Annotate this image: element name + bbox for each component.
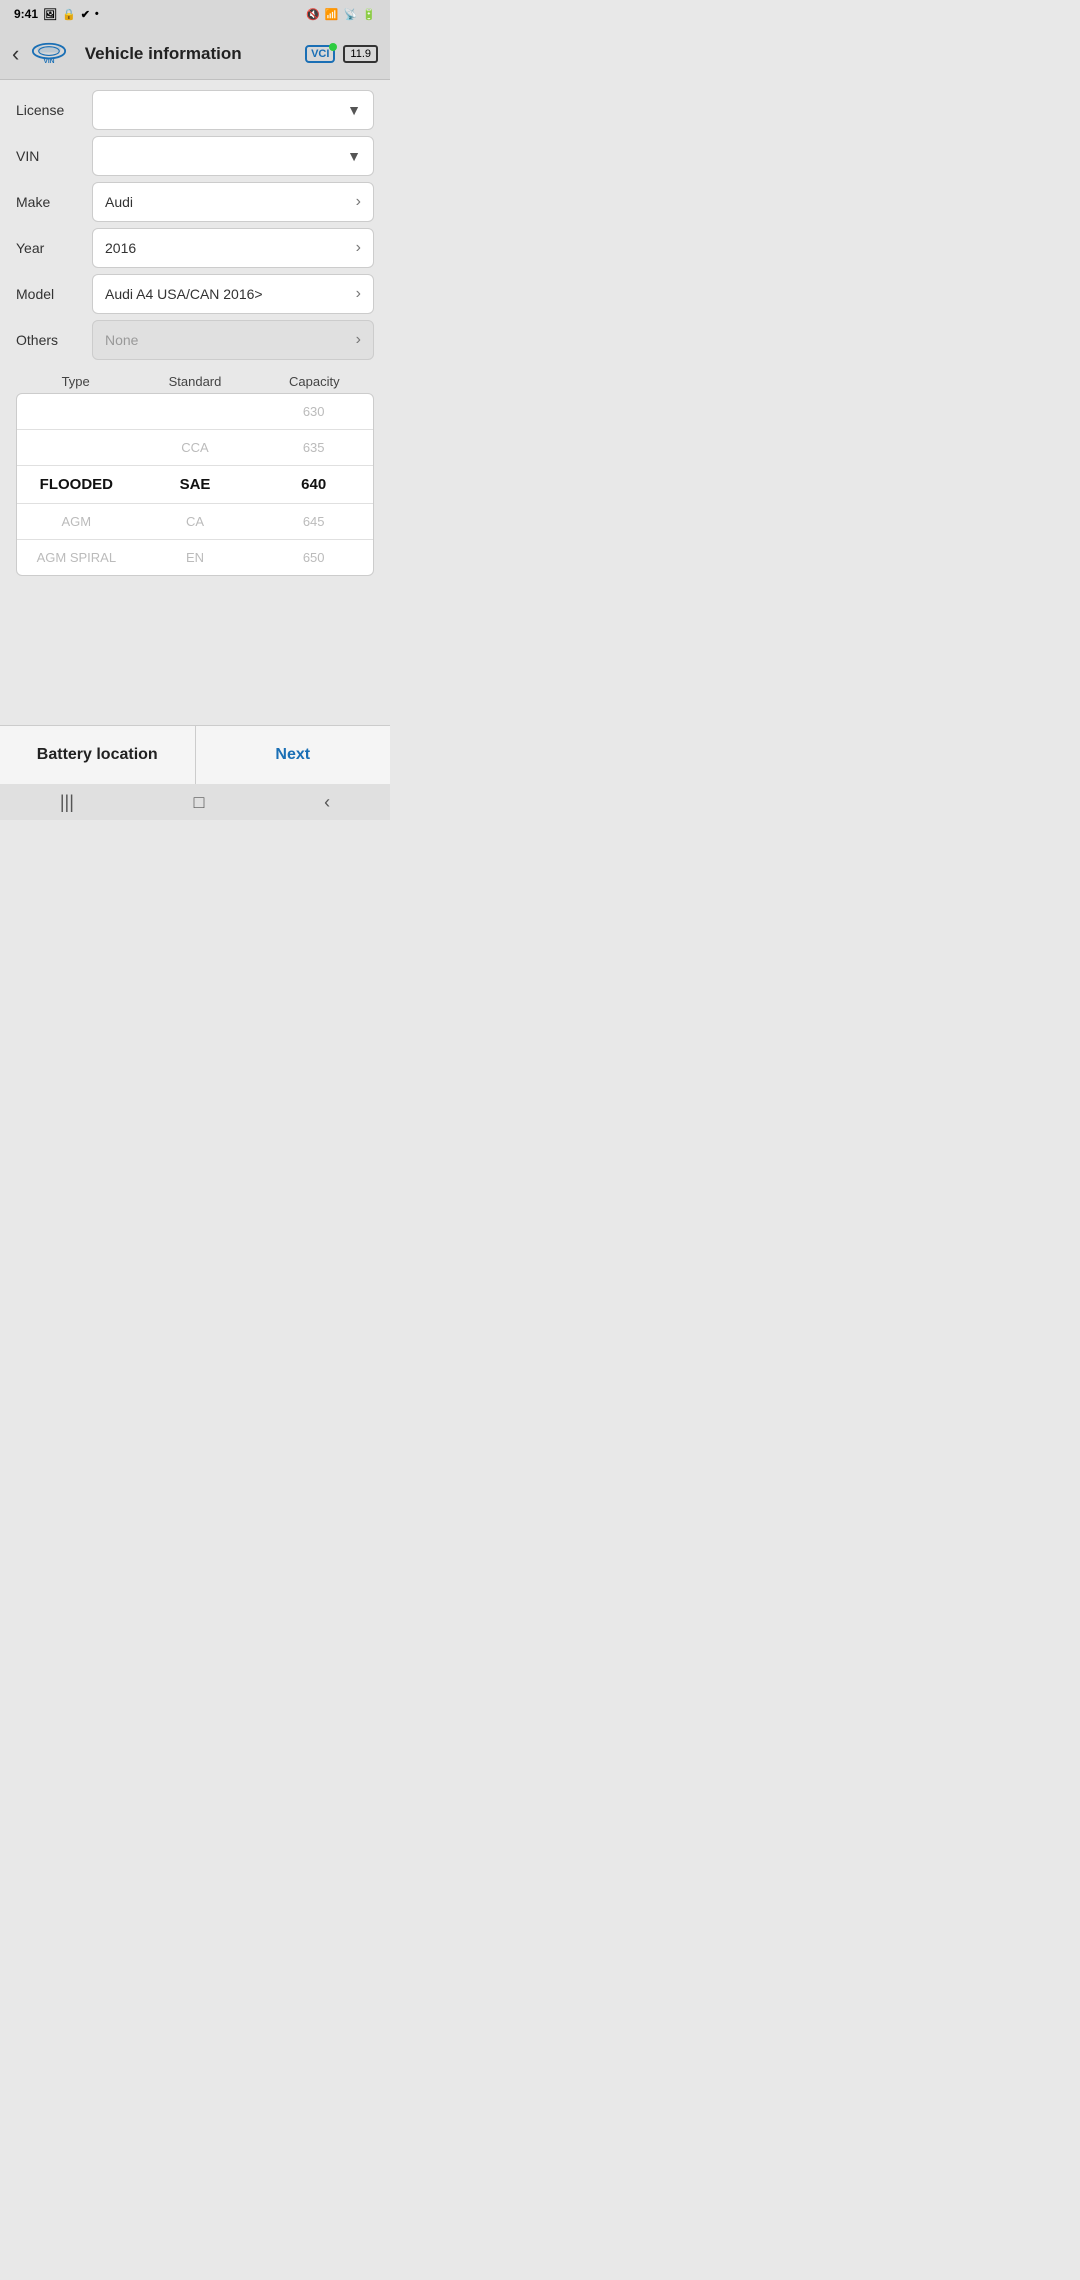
license-chevron-down: ▼ — [347, 102, 361, 118]
others-selector[interactable]: None › — [92, 320, 374, 360]
others-value: None — [105, 332, 138, 348]
bottom-bar: Battery location Next — [0, 725, 390, 784]
model-label: Model — [16, 286, 84, 302]
make-value: Audi — [105, 194, 133, 210]
col-standard: Standard — [135, 374, 254, 389]
nav-home-icon[interactable]: □ — [194, 792, 205, 813]
next-button[interactable]: Next — [196, 726, 391, 784]
license-row: License ▼ — [16, 90, 374, 130]
make-selector[interactable]: Audi › — [92, 182, 374, 222]
vin-logo: VIN — [27, 38, 71, 70]
dot-icon: • — [95, 8, 99, 20]
model-chevron-right: › — [356, 285, 361, 303]
nav-bar: ||| □ ‹ — [0, 784, 390, 820]
year-selector[interactable]: 2016 › — [92, 228, 374, 268]
cell-capacity-1: 635 — [254, 430, 373, 465]
year-label: Year — [16, 240, 84, 256]
photo-icon: 🖼 — [43, 8, 57, 21]
header-title: Vehicle information — [71, 44, 255, 64]
signal-icon: 📡 — [344, 8, 358, 21]
model-selector[interactable]: Audi A4 USA/CAN 2016> › — [92, 274, 374, 314]
battery-location-button[interactable]: Battery location — [0, 726, 196, 784]
table-row[interactable]: CCA 635 — [17, 430, 373, 466]
table-row[interactable]: AGM CA 645 — [17, 504, 373, 540]
license-dropdown[interactable]: ▼ — [92, 90, 374, 130]
make-chevron-right: › — [356, 193, 361, 211]
year-chevron-right: › — [356, 239, 361, 257]
license-label: License — [16, 102, 84, 118]
nav-back-icon[interactable]: ‹ — [324, 792, 330, 813]
battery-voltage: 11.9 — [343, 45, 378, 63]
table-row[interactable]: AGM SPIRAL EN 650 — [17, 540, 373, 575]
cell-standard-4: EN — [136, 540, 255, 575]
model-row: Model Audi A4 USA/CAN 2016> › — [16, 274, 374, 314]
header: ‹ VIN Vehicle information VCI 11.9 — [0, 28, 390, 80]
check-icon: ✔ — [81, 8, 90, 21]
model-value: Audi A4 USA/CAN 2016> — [105, 286, 263, 302]
header-right: VCI 11.9 — [305, 45, 378, 63]
cell-standard-0 — [136, 394, 255, 429]
battery-table-section: Type Standard Capacity 630 CCA 635 FLOOD… — [16, 370, 374, 576]
cell-standard-3: CA — [136, 504, 255, 539]
svg-text:VIN: VIN — [44, 57, 55, 64]
make-row: Make Audi › — [16, 182, 374, 222]
vin-dropdown[interactable]: ▼ — [92, 136, 374, 176]
col-capacity: Capacity — [255, 374, 374, 389]
vin-chevron-down: ▼ — [347, 148, 361, 164]
table-row-selected[interactable]: FLOODED SAE 640 — [17, 466, 373, 504]
col-type: Type — [16, 374, 135, 389]
cell-capacity-3: 645 — [254, 504, 373, 539]
status-time: 9:41 — [14, 7, 38, 21]
vci-badge: VCI — [305, 45, 335, 63]
status-bar: 9:41 🖼 🔒 ✔ • 🔇 📶 📡 🔋 — [0, 0, 390, 28]
lock-icon: 🔒 — [62, 8, 76, 21]
status-right: 🔇 📶 📡 🔋 — [306, 8, 376, 21]
cell-capacity-0: 630 — [254, 394, 373, 429]
cell-type-4: AGM SPIRAL — [17, 540, 136, 575]
cell-capacity-4: 650 — [254, 540, 373, 575]
cell-type-2: FLOODED — [17, 466, 136, 503]
cell-type-0 — [17, 394, 136, 429]
mute-icon: 🔇 — [306, 8, 320, 21]
table-row[interactable]: 630 — [17, 394, 373, 430]
year-row: Year 2016 › — [16, 228, 374, 268]
make-label: Make — [16, 194, 84, 210]
others-row: Others None › — [16, 320, 374, 360]
content: License ▼ VIN ▼ Make Audi › Year 2016 › … — [0, 80, 390, 586]
vin-label: VIN — [16, 148, 84, 164]
cell-capacity-2: 640 — [254, 466, 373, 503]
battery-table: 630 CCA 635 FLOODED SAE 640 AGM CA 645 — [16, 393, 374, 576]
cell-standard-2: SAE — [136, 466, 255, 503]
cell-type-1 — [17, 430, 136, 465]
status-left: 9:41 🖼 🔒 ✔ • — [14, 7, 99, 21]
vin-row: VIN ▼ — [16, 136, 374, 176]
wifi-icon: 📶 — [325, 8, 339, 21]
table-header: Type Standard Capacity — [16, 370, 374, 393]
nav-menu-icon[interactable]: ||| — [60, 792, 74, 813]
year-value: 2016 — [105, 240, 136, 256]
vci-connected-dot — [329, 43, 337, 51]
cell-standard-1: CCA — [136, 430, 255, 465]
others-label: Others — [16, 332, 84, 348]
cell-type-3: AGM — [17, 504, 136, 539]
others-chevron-right: › — [356, 331, 361, 349]
battery-status-icon: 🔋 — [362, 8, 376, 21]
back-button[interactable]: ‹ — [12, 41, 19, 67]
